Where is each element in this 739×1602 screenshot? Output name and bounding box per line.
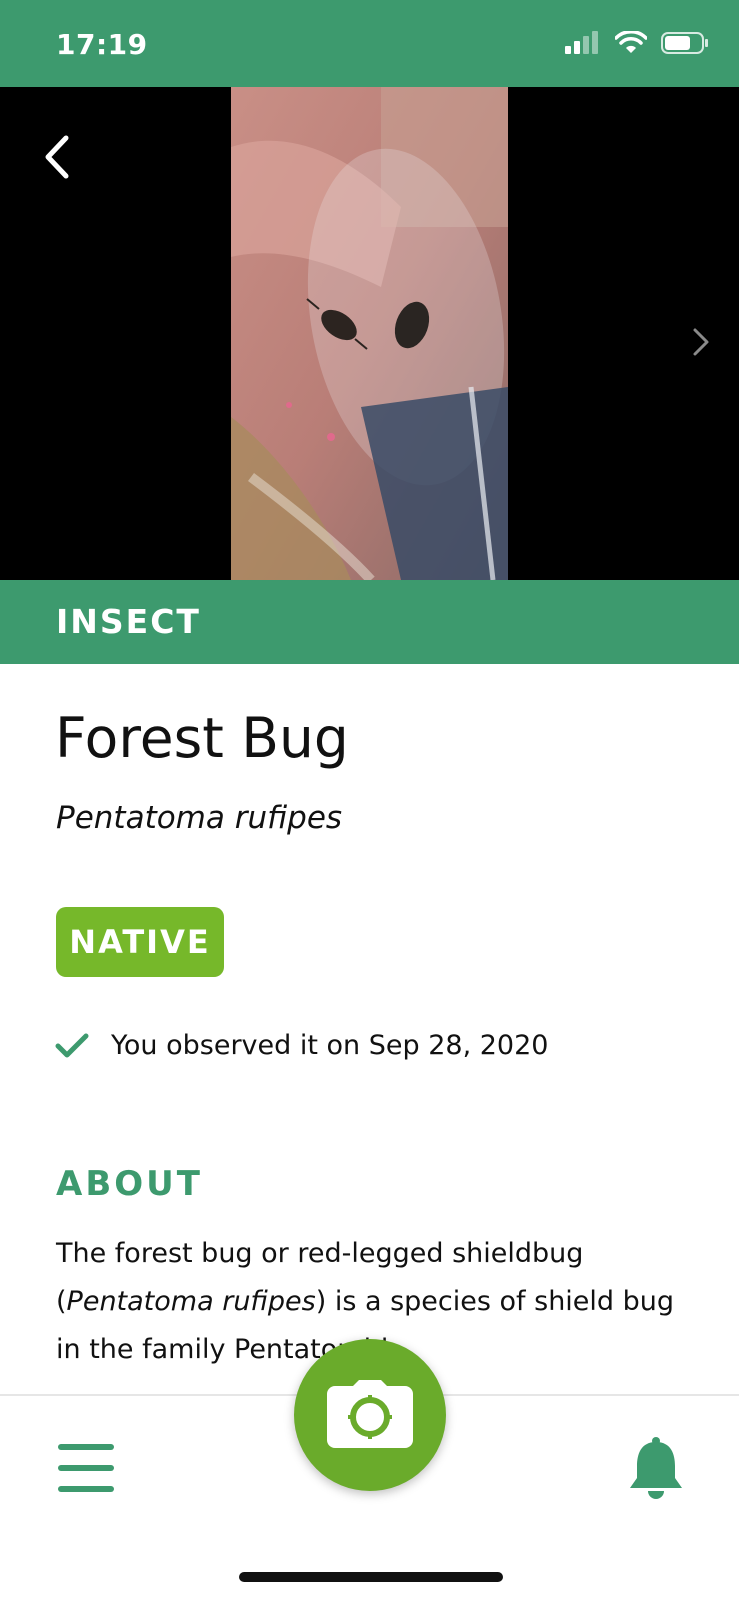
notifications-button[interactable] (625, 1436, 687, 1500)
status-time: 17:19 (56, 28, 148, 61)
about-heading: ABOUT (56, 1164, 203, 1204)
native-status-badge: NATIVE (56, 907, 224, 977)
back-button[interactable] (40, 132, 80, 182)
chevron-left-icon (45, 135, 69, 179)
signal-icon (565, 31, 598, 54)
category-band: INSECT (0, 580, 739, 664)
status-icons (565, 30, 709, 56)
camera-button[interactable] (294, 1339, 446, 1491)
status-bar: 17:19 (0, 0, 739, 87)
menu-button[interactable] (58, 1442, 116, 1494)
species-photo-viewer[interactable] (0, 87, 739, 580)
chevron-right-icon (693, 328, 709, 356)
about-text-open-paren: ( (56, 1286, 67, 1317)
species-photo (231, 87, 508, 580)
checkmark-icon (55, 1033, 89, 1057)
about-text-scientific: Pentatoma rufipes (66, 1286, 316, 1317)
about-text-line1: The forest bug or red-legged shieldbug (56, 1238, 584, 1269)
battery-icon (661, 32, 708, 54)
species-common-name: Forest Bug (55, 706, 349, 770)
species-scientific-name: Pentatoma rufipes (56, 800, 343, 836)
menu-icon (58, 1444, 114, 1492)
home-indicator[interactable] (239, 1572, 503, 1582)
category-label: INSECT (56, 602, 201, 641)
observation-row: You observed it on Sep 28, 2020 (55, 1030, 548, 1061)
camera-icon (327, 1380, 413, 1448)
observation-text: You observed it on Sep 28, 2020 (111, 1030, 549, 1061)
next-photo-button[interactable] (689, 324, 713, 360)
bell-icon (630, 1437, 682, 1499)
wifi-icon (615, 31, 647, 53)
